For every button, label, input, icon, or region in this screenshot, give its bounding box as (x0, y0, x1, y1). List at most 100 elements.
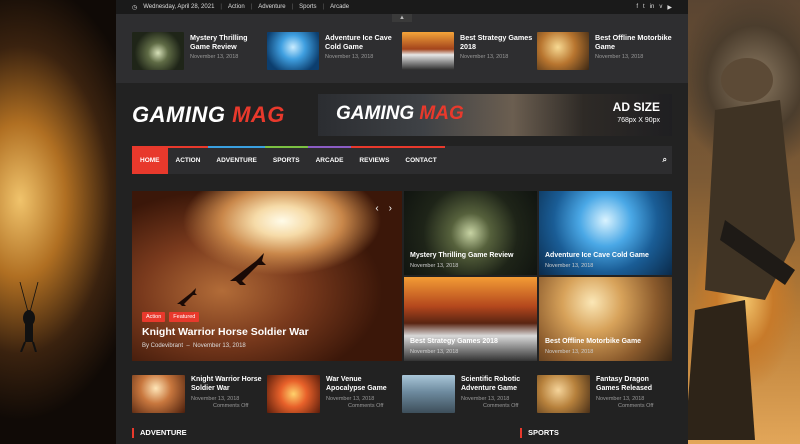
post-thumbnail[interactable] (132, 375, 185, 413)
ticker-date: November 13, 2018 (595, 54, 644, 60)
grid-card-title[interactable]: Best Strategy Games 2018 (410, 338, 498, 345)
current-date: Wednesday, April 28, 2021 (143, 4, 215, 10)
fighter-jet-image (230, 253, 266, 285)
post-thumbnail[interactable] (537, 375, 590, 413)
ticker-thumbnail[interactable] (537, 32, 589, 70)
ticker-strip: Mystery Thrilling Game Review November 13… (116, 14, 688, 83)
post-item[interactable]: Fantasy Dragon Games Released November 1… (537, 375, 672, 413)
grid-card-title[interactable]: Mystery Thrilling Game Review (410, 252, 513, 259)
ticker-date: November 13, 2018 (190, 54, 239, 60)
nav-item-contact[interactable]: CONTACT (397, 146, 445, 174)
post-date: November 13, 2018 (191, 396, 240, 402)
post-comments[interactable]: Comments Off (191, 403, 267, 409)
featured-slider[interactable]: ‹ › Action Featured Knight Warrior Horse… (132, 191, 402, 361)
grid-card-date: November 13, 2018 (545, 349, 594, 355)
grid-card-title[interactable]: Adventure Ice Cave Cold Game (545, 252, 649, 259)
top-bar: ◷ Wednesday, April 28, 2021 | Action | A… (116, 0, 688, 14)
post-row: Knight Warrior Horse Soldier War Novembe… (132, 375, 672, 413)
nav-item-adventure[interactable]: ADVENTURE (208, 146, 265, 174)
ticker-thumbnail[interactable] (267, 32, 319, 70)
nav-item-sports[interactable]: SPORTS (264, 146, 308, 174)
right-background-image (685, 0, 800, 444)
ticker-title[interactable]: Mystery Thrilling Game Review (190, 33, 267, 51)
fighter-jet-image (177, 288, 197, 306)
twitter-icon[interactable]: t (643, 4, 645, 11)
post-comments[interactable]: Comments Off (461, 403, 537, 409)
section-title-sports[interactable]: SPORTS (520, 428, 559, 438)
paratrooper-silhouette (19, 282, 39, 352)
hero-title[interactable]: Knight Warrior Horse Soldier War (142, 326, 309, 338)
section-headings: ADVENTURE SPORTS (132, 428, 672, 438)
topbar-link-sports[interactable]: Sports (299, 4, 316, 10)
hero-date: November 13, 2018 (193, 343, 246, 349)
grid-card-date: November 13, 2018 (410, 263, 459, 269)
ad-logo: GAMING MAG (336, 102, 464, 124)
post-item[interactable]: Knight Warrior Horse Soldier War Novembe… (132, 375, 267, 413)
post-item[interactable]: War Venue Apocalypse Game November 13, 2… (267, 375, 402, 413)
post-thumbnail[interactable] (267, 375, 320, 413)
search-icon[interactable]: ⌕ (663, 146, 672, 174)
site-logo[interactable]: GAMING MAG (132, 102, 285, 128)
post-thumbnail[interactable] (402, 375, 455, 413)
grid-card[interactable]: Best Strategy Games 2018 November 13, 20… (404, 277, 537, 361)
ticker-thumbnail[interactable] (402, 32, 454, 70)
ticker-item[interactable]: Best Offline Motorbike Game November 13, … (537, 32, 672, 83)
youtube-icon[interactable]: ▶ (667, 4, 672, 11)
ticker-title[interactable]: Adventure Ice Cave Cold Game (325, 33, 402, 51)
soldier-silhouette (685, 58, 795, 440)
post-comments[interactable]: Comments Off (596, 403, 672, 409)
ticker-date: November 13, 2018 (325, 54, 374, 60)
grid-card-date: November 13, 2018 (410, 349, 459, 355)
grid-card[interactable]: Best Offline Motorbike Game November 13,… (539, 277, 672, 361)
ticker-item[interactable]: Adventure Ice Cave Cold Game November 13,… (267, 32, 402, 83)
category-badge-featured[interactable]: Featured (169, 312, 200, 322)
post-date: November 13, 2018 (461, 396, 510, 402)
hero-meta: By Codevibrant – November 13, 2018 (142, 343, 246, 349)
ticker-title[interactable]: Best Strategy Games 2018 (460, 33, 537, 51)
post-title[interactable]: Knight Warrior Horse Soldier War (191, 375, 267, 393)
vimeo-icon[interactable]: v (659, 4, 662, 11)
post-date: November 13, 2018 (596, 396, 645, 402)
post-title[interactable]: Fantasy Dragon Games Released (596, 375, 672, 393)
post-date: November 13, 2018 (326, 396, 375, 402)
ticker-item[interactable]: Best Strategy Games 2018 November 13, 201… (402, 32, 537, 83)
topbar-link-action[interactable]: Action (228, 4, 245, 10)
grid-card-date: November 13, 2018 (545, 263, 594, 269)
grid-card[interactable]: Adventure Ice Cave Cold Game November 13… (539, 191, 672, 275)
chevron-up-icon: ▲ (399, 15, 405, 21)
hero-badges: Action Featured (142, 312, 200, 322)
post-item[interactable]: Scientific Robotic Adventure Game Novemb… (402, 375, 537, 413)
nav-item-arcade[interactable]: ARCADE (307, 146, 352, 174)
topbar-link-arcade[interactable]: Arcade (330, 4, 349, 10)
header-ad-banner[interactable]: GAMING MAG AD SIZE 768px X 90px (318, 93, 672, 136)
ticker-date: November 13, 2018 (460, 54, 509, 60)
chevron-right-icon[interactable]: › (389, 203, 392, 214)
linkedin-icon[interactable]: in (650, 4, 655, 11)
facebook-icon[interactable]: f (636, 4, 638, 11)
ad-size-label: AD SIZE (612, 99, 660, 114)
topbar-link-adventure[interactable]: Adventure (258, 4, 285, 10)
main-nav: HOME ACTION ADVENTURE SPORTS ARCADE REVI… (132, 146, 672, 174)
hero-author[interactable]: By Codevibrant (142, 343, 183, 349)
nav-item-action[interactable]: ACTION (167, 146, 209, 174)
post-title[interactable]: Scientific Robotic Adventure Game (461, 375, 537, 393)
section-title-adventure[interactable]: ADVENTURE (132, 428, 187, 438)
site-header: GAMING MAG GAMING MAG AD SIZE 768px X 90… (116, 83, 688, 146)
nav-item-home[interactable]: HOME (132, 146, 168, 174)
ticker-title[interactable]: Best Offline Motorbike Game (595, 33, 672, 51)
post-comments[interactable]: Comments Off (326, 403, 402, 409)
grid-card[interactable]: Mystery Thrilling Game Review November 1… (404, 191, 537, 275)
left-background-image (0, 0, 116, 444)
category-badge-action[interactable]: Action (142, 312, 166, 322)
social-links: f t in v ▶ (636, 4, 672, 11)
clock-icon: ◷ (132, 4, 138, 11)
collapse-toggle-button[interactable]: ▲ (392, 14, 412, 22)
grid-card-title[interactable]: Best Offline Motorbike Game (545, 338, 641, 345)
chevron-left-icon[interactable]: ‹ (375, 203, 378, 214)
post-title[interactable]: War Venue Apocalypse Game (326, 375, 402, 393)
nav-item-reviews[interactable]: REVIEWS (351, 146, 398, 174)
ad-dimensions: 768px X 90px (617, 116, 660, 124)
site-page: ◷ Wednesday, April 28, 2021 | Action | A… (116, 0, 688, 444)
ticker-thumbnail[interactable] (132, 32, 184, 70)
ticker-item[interactable]: Mystery Thrilling Game Review November 13… (132, 32, 267, 83)
